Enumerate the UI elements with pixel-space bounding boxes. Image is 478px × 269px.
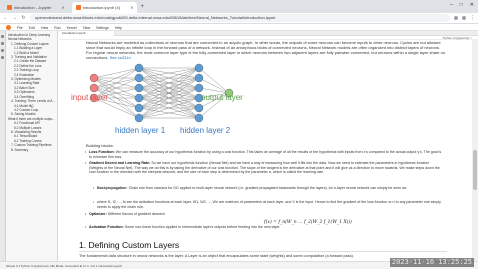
- toc-item[interactable]: 4. Training: Three Levels of Abstraction: [6, 99, 57, 103]
- tab-label: introduction - Jupyter: [14, 5, 52, 10]
- close-tab-icon[interactable]: ✕: [61, 2, 64, 13]
- browser-tab-active[interactable]: introduction.ipynb (4) ✕: [71, 2, 138, 13]
- running-kernels-icon[interactable]: [1, 42, 4, 45]
- extension-icon[interactable]: [454, 16, 458, 20]
- bullet-activation-function: Activation Function: Some non-linear fun…: [85, 225, 444, 230]
- menu-help[interactable]: Help: [115, 26, 122, 30]
- notebook-content: Neural Networks are modeled as collectio…: [59, 40, 472, 261]
- recording-timestamp: 2023-11-16 13:25:25: [389, 258, 474, 267]
- hidden2-node: [194, 113, 204, 123]
- hidden1-node: [134, 63, 144, 73]
- hidden1-node: [134, 103, 144, 113]
- file-browser-icon[interactable]: [1, 35, 4, 38]
- jupyter-favicon-icon: [7, 5, 12, 10]
- tab-label: introduction.ipynb (4): [82, 5, 121, 10]
- bullet-text: We can measure the accuracy of our hypot…: [89, 150, 442, 159]
- browser-menu-icon[interactable]: ⋮: [470, 15, 475, 21]
- bullet-term: Activation Function:: [89, 225, 124, 229]
- bullet-term: Gradient Decent and Learning Rate:: [89, 161, 151, 165]
- toc-item[interactable]: 8. Summary: [6, 148, 57, 152]
- input-node: [89, 83, 99, 93]
- hidden1-node: [134, 83, 144, 93]
- profile-icon[interactable]: [462, 16, 466, 20]
- window-controls: – □ ✕: [450, 2, 474, 8]
- neural-network-diagram: input layer hidden layer 1 hidden layer …: [71, 63, 243, 135]
- building-blocks-heading: Building blocks:: [86, 143, 114, 148]
- input-layer-label: input layer: [71, 93, 108, 102]
- hidden2-node: [194, 73, 204, 83]
- hidden2-node: [194, 83, 204, 93]
- bullet-text: Some non-linear function applied to inte…: [124, 225, 281, 229]
- browser-tab[interactable]: introduction - Jupyter ✕: [3, 2, 69, 13]
- bullet-loss-function: Loss Function: We can measure the accura…: [85, 150, 444, 159]
- minimize-icon[interactable]: –: [450, 2, 453, 8]
- menu-edit[interactable]: Edit: [29, 26, 35, 30]
- hidden-layer-2-label: hidden layer 2: [180, 126, 231, 135]
- input-node: [89, 73, 99, 83]
- notebook-scrollbar[interactable]: [472, 40, 478, 261]
- hidden1-node: [134, 93, 144, 103]
- jupyter-favicon-icon: [75, 5, 81, 10]
- extensions-icon[interactable]: [1, 56, 4, 59]
- scrollbar-thumb[interactable]: [473, 150, 477, 190]
- output-layer-label: output layer: [201, 93, 243, 102]
- network-edge: [93, 67, 140, 79]
- menu-tabs[interactable]: Tabs: [83, 26, 90, 30]
- close-tab-icon[interactable]: ✕: [130, 2, 133, 13]
- bullet-term: Optimizer:: [89, 212, 107, 216]
- subbullet-backpropagation: Backpropagation: Chain rule from calculu…: [93, 186, 442, 191]
- browser-tab-bar: introduction - Jupyter ✕ introduction.ip…: [0, 0, 478, 13]
- section-heading: 1. Defining Custom Layers: [79, 240, 180, 250]
- bullet-gradient-descent: Gradient Decent and Learning Rate: So we…: [85, 161, 444, 175]
- maximize-icon[interactable]: □: [460, 2, 463, 8]
- toc-icon[interactable]: [1, 49, 4, 52]
- bullet-optimizer: Optimizer: Different flavors of gradient…: [85, 212, 444, 217]
- bullet-text: Chain rule from calculus for GD applied …: [128, 186, 408, 190]
- hidden2-node: [194, 63, 204, 73]
- url-input[interactable]: operondemand.delta.ncsa.illinois.edu/nod…: [30, 14, 450, 22]
- menu-kernel[interactable]: Kernel: [67, 26, 77, 30]
- table-of-contents: Introduction to Deep Learning Neural Netw…: [6, 31, 58, 261]
- bullet-term: Loss Function:: [89, 150, 115, 154]
- hidden1-node: [134, 73, 144, 83]
- network-edge: [198, 67, 230, 94]
- menu-run[interactable]: Run: [54, 26, 60, 30]
- where-paragraph: where f1, f2, ..., fn are the activation…: [93, 200, 442, 209]
- menu-settings[interactable]: Settings: [96, 26, 109, 30]
- forward-icon[interactable]: →: [12, 15, 17, 21]
- back-icon[interactable]: ←: [3, 15, 8, 21]
- hidden2-node: [194, 103, 204, 113]
- menu-file[interactable]: File: [17, 26, 23, 30]
- toc-item[interactable]: 7. Custom Training Pipelines: [6, 143, 57, 147]
- menu-view[interactable]: View: [41, 26, 49, 30]
- hidden1-node: [134, 113, 144, 123]
- where-text: where f1, f2, ..., fn are the activation…: [97, 200, 441, 209]
- hidden-layer-1-label: hidden layer 1: [115, 126, 166, 135]
- close-window-icon[interactable]: ✕: [470, 2, 474, 8]
- new-tab-icon[interactable]: +: [140, 2, 144, 13]
- bullet-term: Backpropagation:: [97, 186, 128, 190]
- address-bar: ← → ↻ operondemand.delta.ncsa.illinois.e…: [0, 13, 478, 24]
- jupyter-logo-icon: [6, 25, 11, 30]
- section-divider: [79, 251, 447, 252]
- reload-icon[interactable]: ↻: [21, 15, 26, 21]
- bullet-text: Different flavors of gradient descent.: [107, 212, 166, 216]
